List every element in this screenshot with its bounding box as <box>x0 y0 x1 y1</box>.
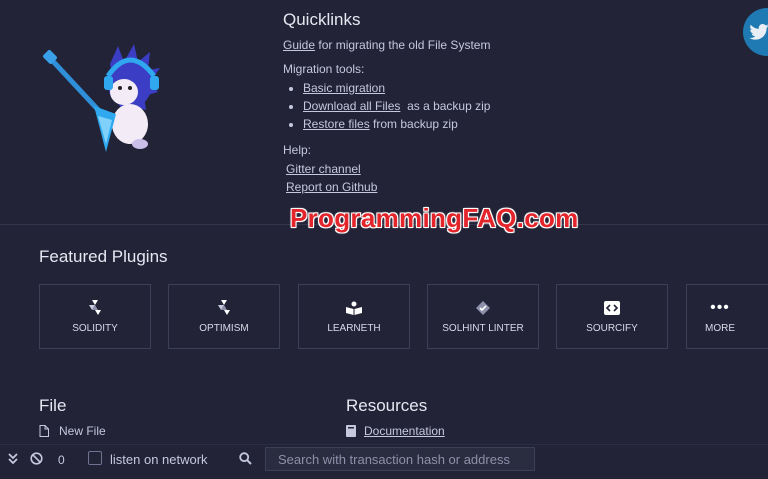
plugin-sourcify[interactable]: SOURCIFY <box>556 284 668 349</box>
plugin-more[interactable]: ••• MORE <box>686 284 768 349</box>
file-icon <box>39 425 49 437</box>
plugin-solidity[interactable]: SOLIDITY <box>39 284 151 349</box>
list-item: Download all Files as a backup zip <box>303 99 643 113</box>
quicklinks-title: Quicklinks <box>283 10 361 29</box>
plugin-label: SOURCIFY <box>586 323 638 334</box>
guide-row: Guide for migrating the old File System <box>283 38 643 52</box>
guide-text: for migrating the old File System <box>318 38 491 52</box>
new-file-label: New File <box>59 424 106 438</box>
quicklinks-panel: Quicklinks Guide for migrating the old F… <box>283 10 643 198</box>
plugin-label: SOLIDITY <box>72 323 118 334</box>
plugin-label: SOLHINT LINTER <box>442 323 524 334</box>
more-icon: ••• <box>710 299 730 316</box>
twitter-button[interactable] <box>743 8 768 56</box>
listen-on-network-label[interactable]: listen on network <box>110 452 208 467</box>
watermark-text: ProgrammingFAQ.com <box>290 203 579 233</box>
featured-plugins-title: Featured Plugins <box>39 247 168 266</box>
list-item: Basic migration <box>303 81 643 95</box>
restore-files-link[interactable]: Restore files <box>303 117 370 131</box>
plugin-learneth[interactable]: LEARNETH <box>298 284 410 349</box>
plugin-label: LEARNETH <box>327 323 381 334</box>
migration-heading: Migration tools: <box>283 62 365 76</box>
plugin-label: OPTIMISM <box>199 323 249 334</box>
book-icon <box>346 425 356 437</box>
terminal-search-input[interactable] <box>265 447 535 471</box>
guide-link[interactable]: Guide <box>283 38 315 52</box>
new-file-button[interactable]: New File <box>39 424 106 438</box>
plugin-solhint-linter[interactable]: SOLHINT LINTER <box>427 284 539 349</box>
file-section-title: File <box>39 396 67 415</box>
gitter-channel-link[interactable]: Gitter channel <box>286 162 643 176</box>
download-all-files-link[interactable]: Download all Files <box>303 99 400 113</box>
help-heading: Help: <box>283 143 312 157</box>
list-item: Restore files from backup zip <box>303 117 643 131</box>
pending-tx-count: 0 <box>58 453 65 467</box>
documentation-link-row[interactable]: Documentation <box>346 424 445 438</box>
remix-mascot-illustration <box>43 44 160 152</box>
search-icon <box>239 452 252 465</box>
optimism-icon <box>218 299 230 317</box>
plugin-optimism[interactable]: OPTIMISM <box>168 284 280 349</box>
book-icon <box>346 299 362 317</box>
resources-title: Resources <box>346 396 428 415</box>
download-suffix: as a backup zip <box>407 99 491 113</box>
solidity-icon <box>89 299 101 317</box>
chevrons-down-icon[interactable] <box>7 453 19 465</box>
report-on-github-link[interactable]: Report on Github <box>286 180 643 194</box>
ban-icon[interactable] <box>30 452 43 465</box>
documentation-link[interactable]: Documentation <box>364 424 445 438</box>
plugin-label: MORE <box>705 323 735 334</box>
twitter-icon <box>749 24 768 40</box>
sourcify-icon <box>604 299 620 317</box>
listen-on-network-checkbox[interactable] <box>88 451 102 465</box>
restore-suffix: from backup zip <box>373 117 458 131</box>
solhint-icon <box>476 299 490 317</box>
basic-migration-link[interactable]: Basic migration <box>303 81 385 95</box>
migration-list: Basic migration Download all Files as a … <box>283 81 643 131</box>
